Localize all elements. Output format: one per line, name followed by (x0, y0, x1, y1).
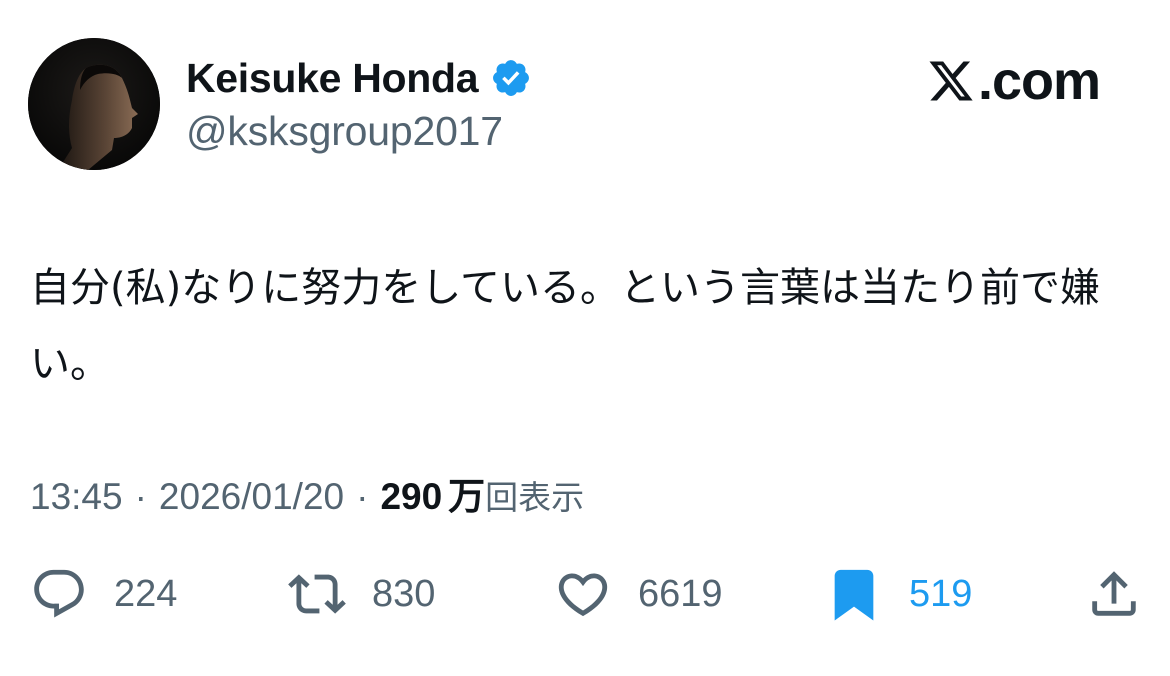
tweet-time[interactable]: 13:45 (30, 476, 123, 518)
retweet-icon (288, 574, 346, 614)
share-icon (1092, 571, 1136, 616)
tweet-date[interactable]: 2026/01/20 (159, 476, 344, 518)
views-label: 回表示 (485, 478, 585, 517)
meta-separator: · (134, 476, 147, 517)
avatar[interactable] (28, 38, 160, 170)
reply-count: 224 (114, 572, 178, 615)
reply-icon (34, 569, 84, 618)
like-button[interactable]: 6619 (554, 562, 723, 626)
author-name-row: Keisuke Honda (186, 52, 532, 104)
share-button[interactable] (1085, 562, 1143, 626)
bookmark-icon (834, 569, 874, 621)
tweet-text: 自分(私)なりに努力をしている。という言葉は当たり前で嫌い。 (30, 265, 1101, 387)
tweet-meta: 13:45 · 2026/01/20 · 290 万 回表示 (30, 466, 584, 520)
views-unit: 万 (448, 475, 486, 518)
display-name[interactable]: Keisuke Honda (186, 55, 479, 102)
verified-badge-icon (493, 60, 530, 96)
heart-icon (558, 573, 608, 617)
x-logo-icon (929, 61, 973, 101)
bookmark-count: 519 (909, 572, 973, 615)
views-count: 290 (380, 476, 443, 517)
meta-separator: · (356, 476, 369, 517)
brand-text: .com (977, 51, 1101, 111)
retweet-button[interactable]: 830 (288, 562, 435, 626)
like-count: 6619 (638, 572, 723, 615)
author-handle[interactable]: @ksksgroup2017 (186, 108, 503, 155)
brand-logo: .com (927, 50, 1101, 112)
bookmark-button[interactable]: 519 (825, 562, 972, 626)
retweet-count: 830 (372, 572, 436, 615)
reply-button[interactable]: 224 (30, 562, 177, 626)
profile-photo (28, 38, 160, 170)
tweet-actions: 224 830 6619 519 (30, 562, 1145, 626)
